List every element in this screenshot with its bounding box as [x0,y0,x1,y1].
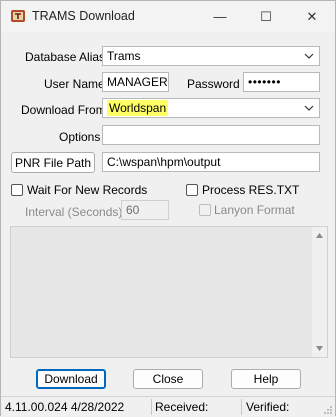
log-textarea[interactable] [10,226,328,358]
database-alias-value: Trams [107,49,141,63]
pnr-file-path-input[interactable]: C:\wspan\hpm\output [102,152,320,172]
scroll-up-icon[interactable] [316,233,323,238]
database-alias-combo[interactable]: Trams [102,46,320,66]
password-value: ••••••• [248,75,281,89]
version-text: 4.11.00.024 4/28/2022 [5,400,125,414]
interval-label: Interval (Seconds) [25,205,123,219]
process-res-txt-label: Process RES.TXT [202,183,300,197]
lanyon-format-label: Lanyon Format [214,203,295,217]
vertical-scrollbar[interactable] [312,227,327,357]
user-name-input[interactable]: MANAGER [102,72,169,92]
pnr-file-path-value: C:\wspan\hpm\output [107,155,221,169]
pnr-file-path-button[interactable]: PNR File Path [11,152,95,173]
help-button[interactable]: Help [231,369,301,389]
download-from-label: Download From [21,103,106,117]
password-input[interactable]: ••••••• [243,72,320,92]
options-label: Options [59,130,101,144]
download-from-value: Worldspan [107,100,169,116]
window-title: TRAMS Download [32,9,135,23]
password-label: Password [187,77,240,91]
lanyon-format-checkbox[interactable] [199,204,211,216]
interval-value: 60 [126,203,140,217]
download-from-combo[interactable]: Worldspan [102,98,320,118]
database-alias-label: Database Alias [25,50,106,64]
status-bar: 4.11.00.024 4/28/2022 Received: Verified… [1,396,335,417]
chevron-down-icon [304,105,314,111]
status-divider [241,399,242,415]
chevron-down-icon [304,53,314,59]
close-window-button[interactable]: ✕ [289,1,335,32]
close-button[interactable]: Close [133,369,203,389]
interval-input[interactable]: 60 [121,200,169,220]
maximize-button[interactable]: ☐ [243,1,289,32]
scroll-down-icon[interactable] [316,346,323,351]
user-name-value: MANAGER [107,75,168,89]
status-divider [151,399,152,415]
process-res-txt-checkbox[interactable] [186,184,198,196]
title-bar[interactable]: TRAMS Download — ☐ ✕ [1,1,335,32]
user-name-label: User Name [44,77,105,91]
verified-text: Verified: [246,400,290,414]
trams-download-window: TRAMS Download — ☐ ✕ Database Alias Tram… [0,0,336,417]
resize-grip-icon[interactable] [323,405,333,415]
trams-app-icon [11,10,25,22]
wait-for-new-records-label: Wait For New Records [27,183,148,197]
received-text: Received: [155,400,209,414]
minimize-button[interactable]: — [197,1,243,32]
wait-for-new-records-checkbox[interactable] [11,184,23,196]
options-input[interactable] [102,125,320,145]
download-button[interactable]: Download [36,369,106,389]
